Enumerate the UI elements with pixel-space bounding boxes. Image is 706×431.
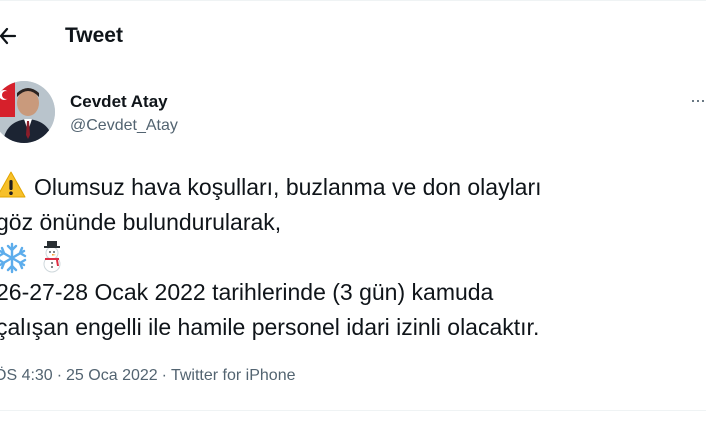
meta-separator: · bbox=[56, 367, 63, 384]
tweet-header: Tweet bbox=[0, 0, 706, 72]
tweet-line-1-text: Olumsuz hava koşulları, buzlanma ve don … bbox=[34, 174, 542, 200]
tweet-date[interactable]: 25 Oca 2022 bbox=[66, 367, 158, 384]
tweet-meta: ÖS 4:30 · 25 Oca 2022 · Twitter for iPhone bbox=[0, 366, 295, 386]
back-arrow-icon bbox=[0, 27, 17, 45]
tweet-time[interactable]: ÖS 4:30 bbox=[0, 367, 53, 384]
warning-sign-emoji bbox=[0, 171, 26, 198]
page-title: Tweet bbox=[65, 24, 123, 47]
tweet-line-4: çalışan engelli ile hamile personel idar… bbox=[0, 314, 540, 340]
avatar[interactable] bbox=[0, 81, 55, 143]
tweet-line-2: göz önünde bulundurularak, bbox=[0, 209, 282, 235]
tweet-line-3: 26-27-28 Ocak 2022 tarihlerinde (3 gün) … bbox=[0, 279, 494, 305]
snowman-emoji bbox=[43, 241, 61, 273]
author-handle[interactable]: @Cevdet_Atay bbox=[70, 116, 178, 136]
tweet-line-1: Olumsuz hava koşulları, buzlanma ve don … bbox=[0, 170, 702, 205]
tweet-line-emojis bbox=[0, 240, 702, 275]
back-button[interactable] bbox=[0, 22, 22, 50]
tweet-source[interactable]: Twitter for iPhone bbox=[171, 367, 296, 384]
more-options-icon: ··· bbox=[690, 90, 706, 110]
bottom-divider bbox=[0, 410, 706, 411]
snowflake-emoji bbox=[0, 242, 27, 274]
profile-photo bbox=[0, 81, 55, 143]
author-display-name[interactable]: Cevdet Atay bbox=[70, 92, 168, 112]
more-options-button[interactable]: ··· bbox=[690, 90, 706, 112]
tweet-text: Olumsuz hava koşulları, buzlanma ve don … bbox=[0, 170, 702, 345]
meta-separator-2: · bbox=[161, 367, 167, 384]
